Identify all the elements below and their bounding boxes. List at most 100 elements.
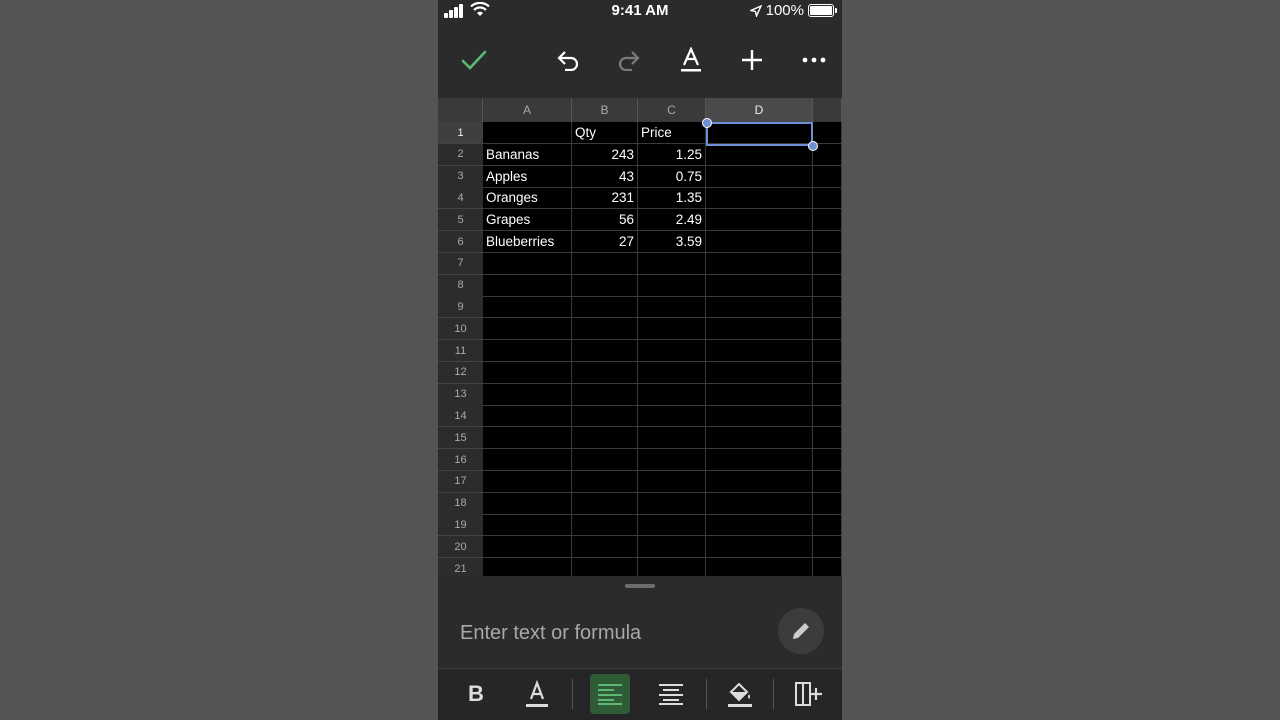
table-cell[interactable]: 43 [572, 165, 638, 188]
table-cell[interactable] [572, 296, 638, 319]
table-cell[interactable] [572, 340, 638, 362]
row-header[interactable]: 12 [438, 361, 483, 384]
select-all-corner[interactable] [438, 98, 483, 122]
table-cell[interactable] [483, 405, 572, 428]
table-cell[interactable] [638, 536, 706, 559]
table-cell[interactable]: Grapes [483, 209, 572, 232]
table-cell[interactable] [706, 470, 813, 493]
text-color-button[interactable] [517, 674, 557, 714]
table-cell[interactable]: Price [638, 122, 706, 144]
table-cell[interactable] [813, 274, 842, 297]
insert-column-button[interactable] [788, 674, 828, 714]
selection-handle-bottom[interactable] [808, 141, 818, 151]
table-cell[interactable] [706, 492, 813, 515]
table-cell[interactable] [706, 187, 813, 210]
table-cell[interactable] [483, 361, 572, 384]
table-cell[interactable]: Oranges [483, 187, 572, 210]
row-header[interactable]: 6 [438, 231, 483, 253]
table-cell[interactable] [813, 122, 842, 144]
table-cell[interactable] [813, 514, 842, 537]
column-header-a[interactable]: A [483, 98, 572, 122]
table-cell[interactable] [572, 492, 638, 515]
table-cell[interactable] [483, 427, 572, 450]
row-header[interactable]: 8 [438, 274, 483, 297]
table-cell[interactable] [813, 209, 842, 232]
table-cell[interactable] [572, 383, 638, 406]
row-header[interactable]: 13 [438, 383, 483, 406]
table-cell[interactable] [638, 558, 706, 576]
table-cell[interactable] [813, 340, 842, 362]
table-cell[interactable] [638, 492, 706, 515]
table-cell[interactable] [638, 361, 706, 384]
table-cell[interactable] [572, 274, 638, 297]
bold-button[interactable]: B [456, 674, 496, 714]
table-cell[interactable]: 1.25 [638, 143, 706, 166]
table-cell[interactable]: Blueberries [483, 231, 572, 253]
redo-button[interactable] [611, 42, 647, 78]
table-cell[interactable] [813, 318, 842, 341]
table-cell[interactable] [813, 427, 842, 450]
table-cell[interactable] [638, 449, 706, 471]
table-cell[interactable] [706, 449, 813, 471]
edit-button[interactable] [778, 608, 824, 654]
table-cell[interactable]: 243 [572, 143, 638, 166]
row-header[interactable]: 10 [438, 318, 483, 341]
table-cell[interactable] [572, 427, 638, 450]
table-cell[interactable] [483, 318, 572, 341]
table-cell[interactable] [706, 361, 813, 384]
column-header-c[interactable]: C [638, 98, 706, 122]
table-cell[interactable] [483, 122, 572, 144]
table-cell[interactable] [706, 209, 813, 232]
row-header[interactable]: 3 [438, 165, 483, 188]
table-cell[interactable] [706, 514, 813, 537]
table-cell[interactable] [572, 449, 638, 471]
table-cell[interactable] [813, 383, 842, 406]
table-cell[interactable] [483, 340, 572, 362]
table-cell[interactable] [572, 470, 638, 493]
table-cell[interactable] [638, 296, 706, 319]
table-cell[interactable]: 231 [572, 187, 638, 210]
align-left-button[interactable] [590, 674, 630, 714]
fill-color-button[interactable] [720, 674, 760, 714]
table-cell[interactable] [706, 427, 813, 450]
table-cell[interactable] [483, 274, 572, 297]
table-cell[interactable] [638, 427, 706, 450]
table-cell[interactable] [572, 361, 638, 384]
insert-button[interactable] [734, 42, 770, 78]
table-cell[interactable] [572, 318, 638, 341]
table-cell[interactable] [638, 514, 706, 537]
row-header[interactable]: 5 [438, 209, 483, 232]
table-cell[interactable] [813, 252, 842, 275]
row-header[interactable]: 11 [438, 340, 483, 362]
table-cell[interactable] [638, 274, 706, 297]
row-header[interactable]: 4 [438, 187, 483, 210]
table-cell[interactable] [706, 252, 813, 275]
row-header[interactable]: 2 [438, 143, 483, 166]
table-cell[interactable]: Apples [483, 165, 572, 188]
table-cell[interactable] [572, 405, 638, 428]
align-center-button[interactable] [651, 674, 691, 714]
table-cell[interactable] [813, 405, 842, 428]
row-header[interactable]: 14 [438, 405, 483, 428]
row-header[interactable]: 7 [438, 252, 483, 275]
table-cell[interactable]: 2.49 [638, 209, 706, 232]
selected-cell-d1[interactable] [706, 122, 813, 146]
table-cell[interactable] [813, 470, 842, 493]
row-header[interactable]: 16 [438, 449, 483, 471]
row-header[interactable]: 21 [438, 558, 483, 576]
table-cell[interactable] [813, 536, 842, 559]
table-cell[interactable] [572, 514, 638, 537]
table-cell[interactable] [813, 558, 842, 576]
table-cell[interactable] [638, 383, 706, 406]
table-cell[interactable] [638, 340, 706, 362]
table-cell[interactable] [706, 274, 813, 297]
table-cell[interactable] [483, 252, 572, 275]
column-header-d[interactable]: D [706, 98, 813, 122]
table-cell[interactable] [813, 449, 842, 471]
table-cell[interactable] [706, 165, 813, 188]
table-cell[interactable] [813, 165, 842, 188]
table-cell[interactable] [483, 296, 572, 319]
table-cell[interactable] [813, 187, 842, 210]
column-header-e[interactable] [813, 98, 842, 122]
table-cell[interactable]: Qty [572, 122, 638, 144]
